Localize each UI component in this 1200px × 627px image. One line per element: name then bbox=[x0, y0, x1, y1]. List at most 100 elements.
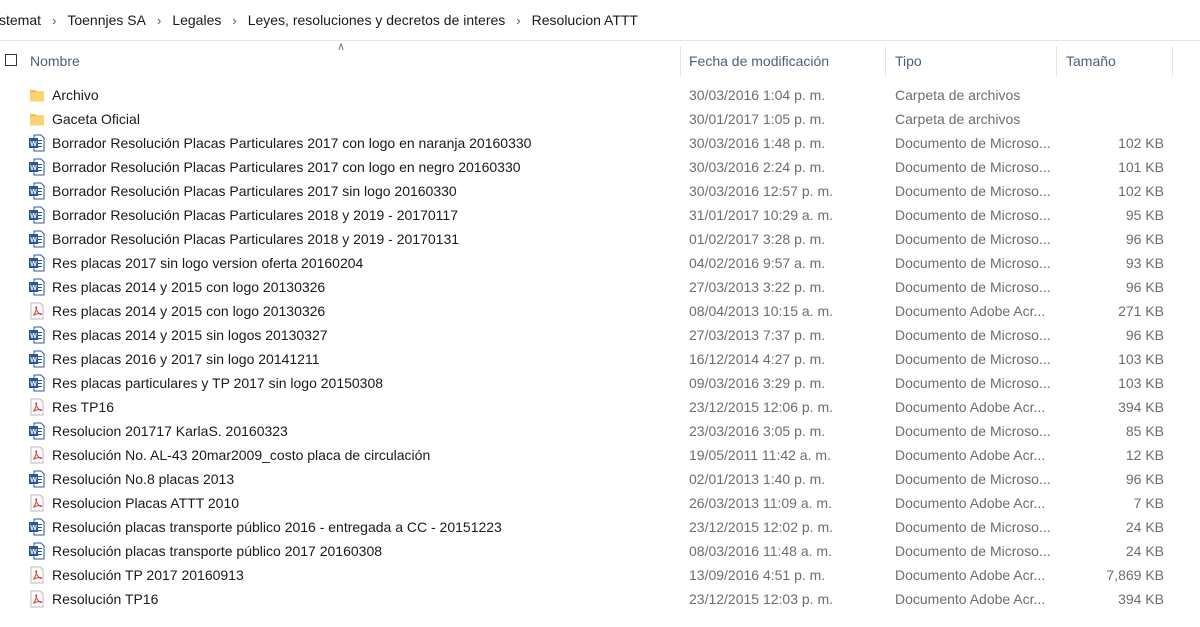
select-all-checkbox[interactable] bbox=[5, 54, 17, 66]
file-type: Documento Adobe Acr... bbox=[895, 591, 1046, 607]
breadcrumb-item[interactable]: Legales bbox=[170, 12, 223, 28]
file-row[interactable]: W Res placas 2014 y 2015 con logo 2013032… bbox=[0, 275, 1200, 299]
file-row[interactable]: W Borrador Resolución Placas Particulares… bbox=[0, 155, 1200, 179]
file-type: Documento de Microso... bbox=[895, 543, 1051, 559]
file-type: Documento de Microso... bbox=[895, 351, 1051, 367]
word-document-icon: W bbox=[29, 422, 45, 440]
file-row[interactable]: W Res placas 2014 y 2015 sin logos 201303… bbox=[0, 323, 1200, 347]
file-size: 394 KB bbox=[1118, 399, 1164, 415]
file-row[interactable]: W Res placas particulares y TP 2017 sin l… bbox=[0, 371, 1200, 395]
file-name: Resolución placas transporte público 201… bbox=[52, 543, 383, 559]
file-name: Borrador Resolución Placas Particulares … bbox=[52, 231, 460, 247]
file-row[interactable]: W Borrador Resolución Placas Particulares… bbox=[0, 227, 1200, 251]
pdf-document-icon bbox=[29, 302, 45, 320]
file-name: Res placas 2014 y 2015 sin logos 2013032… bbox=[52, 327, 328, 343]
breadcrumb-item[interactable]: Toennjes SA bbox=[65, 12, 148, 28]
svg-text:W: W bbox=[30, 477, 37, 484]
column-header-name[interactable]: Nombre bbox=[30, 46, 80, 76]
column-divider[interactable] bbox=[680, 46, 681, 76]
pdf-document-icon bbox=[29, 566, 45, 584]
file-size: 101 KB bbox=[1118, 159, 1164, 175]
file-row[interactable]: W Borrador Resolución Placas Particulares… bbox=[0, 179, 1200, 203]
svg-text:W: W bbox=[30, 261, 37, 268]
file-size: 12 KB bbox=[1125, 447, 1164, 463]
file-name: Archivo bbox=[52, 87, 99, 103]
file-modified-date: 27/03/2013 7:37 p. m. bbox=[689, 327, 826, 343]
file-row[interactable]: Archivo 30/03/2016 1:04 p. m. Carpeta de a… bbox=[0, 83, 1200, 107]
chevron-right-icon[interactable]: › bbox=[148, 13, 170, 28]
file-row[interactable]: W Borrador Resolución Placas Particulares… bbox=[0, 131, 1200, 155]
file-name: Res placas particulares y TP 2017 sin lo… bbox=[52, 375, 384, 391]
file-row[interactable]: W Res placas 2016 y 2017 sin logo 2014121… bbox=[0, 347, 1200, 371]
file-row[interactable]: Resolución TP16 23/12/2015 12:03 p. m. Doc… bbox=[0, 587, 1200, 611]
file-type: Documento Adobe Acr... bbox=[895, 495, 1046, 511]
file-row[interactable]: Gaceta Oficial 30/01/2017 1:05 p. m. Carpe… bbox=[0, 107, 1200, 131]
file-row[interactable]: Resolución No. AL-43 20mar2009_costo pla… bbox=[0, 443, 1200, 467]
file-modified-date: 27/03/2013 3:22 p. m. bbox=[689, 279, 826, 295]
file-row[interactable]: W Res placas 2017 sin logo version oferta… bbox=[0, 251, 1200, 275]
file-type: Documento de Microso... bbox=[895, 375, 1051, 391]
file-row[interactable]: W Borrador Resolución Placas Particulares… bbox=[0, 203, 1200, 227]
file-row[interactable]: Resolucion Placas ATTT 2010 26/03/2013 11… bbox=[0, 491, 1200, 515]
breadcrumb: stemat › Toennjes SA › Legales › Leyes, … bbox=[0, 0, 1200, 41]
file-type: Carpeta de archivos bbox=[895, 87, 1021, 103]
file-modified-date: 30/03/2016 1:04 p. m. bbox=[689, 87, 826, 103]
column-divider[interactable] bbox=[1172, 46, 1173, 76]
file-size: 95 KB bbox=[1125, 207, 1164, 223]
breadcrumb-item[interactable]: Leyes, resoluciones y decretos de intere… bbox=[246, 12, 508, 28]
pdf-document-icon bbox=[29, 398, 45, 416]
file-modified-date: 02/01/2013 1:40 p. m. bbox=[689, 471, 826, 487]
file-type: Documento de Microso... bbox=[895, 519, 1051, 535]
chevron-right-icon[interactable]: › bbox=[507, 13, 529, 28]
file-row[interactable]: Res TP16 23/12/2015 12:06 p. m. Documento … bbox=[0, 395, 1200, 419]
svg-text:W: W bbox=[30, 429, 37, 436]
column-divider[interactable] bbox=[885, 46, 886, 76]
file-size: 96 KB bbox=[1125, 471, 1164, 487]
svg-text:W: W bbox=[30, 381, 37, 388]
svg-text:W: W bbox=[30, 165, 37, 172]
file-row[interactable]: Resolución TP 2017 20160913 13/09/2016 4:… bbox=[0, 563, 1200, 587]
file-type: Documento de Microso... bbox=[895, 183, 1051, 199]
file-name: Res TP16 bbox=[52, 399, 114, 415]
file-modified-date: 08/04/2013 10:15 a. m. bbox=[689, 303, 833, 319]
word-document-icon: W bbox=[29, 374, 45, 392]
file-row[interactable]: W Resolución placas transporte público 20… bbox=[0, 539, 1200, 563]
file-name: Resolucion Placas ATTT 2010 bbox=[52, 495, 240, 511]
word-document-icon: W bbox=[29, 326, 45, 344]
chevron-right-icon[interactable]: › bbox=[43, 13, 65, 28]
file-modified-date: 31/01/2017 10:29 a. m. bbox=[689, 207, 833, 223]
file-modified-date: 04/02/2016 9:57 a. m. bbox=[689, 255, 826, 271]
file-modified-date: 23/12/2015 12:06 p. m. bbox=[689, 399, 833, 415]
file-list: Archivo 30/03/2016 1:04 p. m. Carpeta de a… bbox=[0, 83, 1200, 611]
file-row[interactable]: Res placas 2014 y 2015 con logo 20130326… bbox=[0, 299, 1200, 323]
word-document-icon: W bbox=[29, 350, 45, 368]
word-document-icon: W bbox=[29, 206, 45, 224]
svg-text:W: W bbox=[30, 213, 37, 220]
breadcrumb-item[interactable]: stemat bbox=[0, 12, 43, 28]
file-modified-date: 16/12/2014 4:27 p. m. bbox=[689, 351, 826, 367]
column-divider[interactable] bbox=[1056, 46, 1057, 76]
file-modified-date: 30/03/2016 2:24 p. m. bbox=[689, 159, 826, 175]
file-type: Documento Adobe Acr... bbox=[895, 303, 1046, 319]
column-header-date[interactable]: Fecha de modificación bbox=[689, 46, 829, 76]
file-type: Documento de Microso... bbox=[895, 471, 1051, 487]
svg-text:W: W bbox=[30, 141, 37, 148]
file-row[interactable]: W Resolucion 201717 KarlaS. 20160323 23/03… bbox=[0, 419, 1200, 443]
svg-text:W: W bbox=[30, 285, 37, 292]
file-name: Resolución TP16 bbox=[52, 591, 159, 607]
breadcrumb-item-current[interactable]: Resolucion ATTT bbox=[530, 12, 640, 28]
file-modified-date: 23/12/2015 12:03 p. m. bbox=[689, 591, 833, 607]
file-type: Documento Adobe Acr... bbox=[895, 399, 1046, 415]
word-document-icon: W bbox=[29, 158, 45, 176]
file-type: Documento de Microso... bbox=[895, 135, 1051, 151]
file-size: 96 KB bbox=[1125, 279, 1164, 295]
file-row[interactable]: W Resolución placas transporte público 20… bbox=[0, 515, 1200, 539]
file-type: Documento de Microso... bbox=[895, 279, 1051, 295]
file-type: Documento de Microso... bbox=[895, 255, 1051, 271]
file-name: Resolución No.8 placas 2013 bbox=[52, 471, 235, 487]
file-size: 7,869 KB bbox=[1106, 567, 1164, 583]
file-row[interactable]: W Resolución No.8 placas 2013 02/01/2013 1… bbox=[0, 467, 1200, 491]
column-header-type[interactable]: Tipo bbox=[895, 46, 922, 76]
column-header-size[interactable]: Tamaño bbox=[1066, 46, 1116, 76]
chevron-right-icon[interactable]: › bbox=[223, 13, 245, 28]
